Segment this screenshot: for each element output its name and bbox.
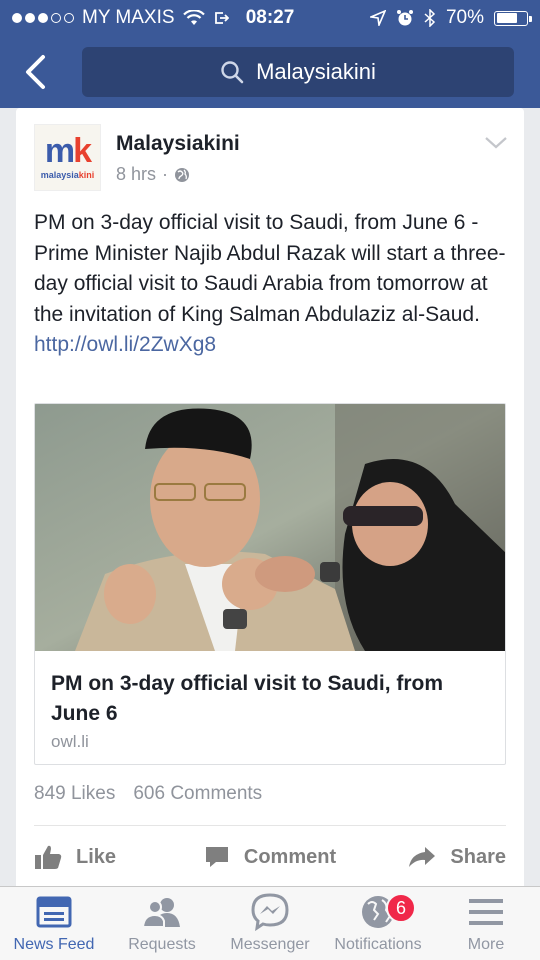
back-button[interactable] <box>0 36 70 108</box>
page-name[interactable]: Malaysiakini <box>116 132 240 156</box>
tab-label: Notifications <box>334 936 422 953</box>
preview-photo <box>35 404 505 651</box>
search-field[interactable]: Malaysiakini <box>82 47 514 97</box>
preview-caption: PM on 3-day official visit to Saudi, fro… <box>35 651 505 752</box>
tab-requests[interactable]: Requests <box>108 887 216 960</box>
tab-label: Messenger <box>230 936 310 953</box>
signal-strength-icon <box>12 13 74 23</box>
status-left: MY MAXIS <box>12 7 229 29</box>
post-card: mk malaysiakini Malaysiakini 8 hrs · PM … <box>16 108 524 886</box>
comment-button[interactable]: Comment <box>191 845 348 869</box>
post-actions: Like Comment Share <box>16 826 524 886</box>
comment-icon <box>205 847 228 867</box>
reaction-counts: 849 Likes 606 Comments <box>34 783 262 805</box>
chevron-down-icon <box>485 137 507 149</box>
tab-label: More <box>467 936 505 953</box>
status-bar: MY MAXIS 08:27 70% <box>0 0 540 36</box>
notification-badge: 6 <box>386 893 416 923</box>
bluetooth-icon <box>424 9 436 27</box>
globe-icon <box>175 167 190 182</box>
news-feed[interactable]: mk malaysiakini Malaysiakini 8 hrs · PM … <box>0 108 540 886</box>
navigation-bar: Malaysiakini <box>0 36 540 108</box>
post-body: PM on 3-day official visit to Saudi, fro… <box>34 211 506 326</box>
status-right: 70% <box>369 7 532 29</box>
battery-icon <box>494 10 532 26</box>
post-header: mk malaysiakini Malaysiakini 8 hrs · <box>16 108 524 208</box>
preview-domain: owl.li <box>51 732 89 751</box>
share-button[interactable]: Share <box>349 846 524 869</box>
tab-label: News Feed <box>13 936 95 953</box>
likes-count[interactable]: 849 Likes <box>34 783 115 805</box>
carrier-name: MY MAXIS <box>82 7 175 28</box>
share-icon <box>409 847 436 867</box>
battery-percent: 70% <box>445 7 484 28</box>
logo-wordmark: malaysiakini <box>40 169 95 180</box>
search-field-text: Malaysiakini <box>256 59 376 84</box>
alarm-icon <box>396 10 413 26</box>
tab-label: Requests <box>128 936 196 953</box>
tab-messenger[interactable]: Messenger <box>216 887 324 960</box>
post-meta: 8 hrs · <box>116 164 190 185</box>
location-icon <box>369 10 386 26</box>
battery-level-fill <box>496 13 517 23</box>
post-options-button[interactable] <box>484 136 508 155</box>
meta-separator: · <box>162 164 169 184</box>
post-text: PM on 3-day official visit to Saudi, fro… <box>16 208 524 396</box>
tab-news-feed[interactable]: News Feed <box>0 887 108 960</box>
share-label: Share <box>450 845 506 868</box>
messenger-icon <box>251 892 289 932</box>
logo-mark: mk <box>44 131 92 170</box>
thumbs-up-icon <box>35 845 62 869</box>
news-feed-icon <box>36 892 72 932</box>
search-icon <box>221 61 244 84</box>
tab-bar: News Feed Requests Messenger Notificatio… <box>0 886 540 960</box>
call-forward-icon <box>214 12 229 24</box>
preview-image[interactable] <box>35 404 505 651</box>
tab-more[interactable]: More <box>432 887 540 960</box>
more-icon <box>468 892 504 932</box>
tab-notifications[interactable]: Notifications 6 <box>324 887 432 960</box>
page-avatar[interactable]: mk malaysiakini <box>34 124 101 191</box>
chevron-left-icon <box>26 55 45 89</box>
preview-title: PM on 3-day official visit to Saudi, fro… <box>51 672 444 725</box>
post-link[interactable]: http://owl.li/2ZwXg8 <box>34 333 216 356</box>
like-label: Like <box>76 845 117 868</box>
requests-icon <box>142 892 182 932</box>
wifi-icon <box>182 10 205 25</box>
comments-count[interactable]: 606 Comments <box>133 783 262 805</box>
post-time[interactable]: 8 hrs <box>116 164 156 185</box>
link-preview[interactable]: PM on 3-day official visit to Saudi, fro… <box>34 403 506 765</box>
like-button[interactable]: Like <box>16 844 191 870</box>
comment-label: Comment <box>243 845 337 868</box>
